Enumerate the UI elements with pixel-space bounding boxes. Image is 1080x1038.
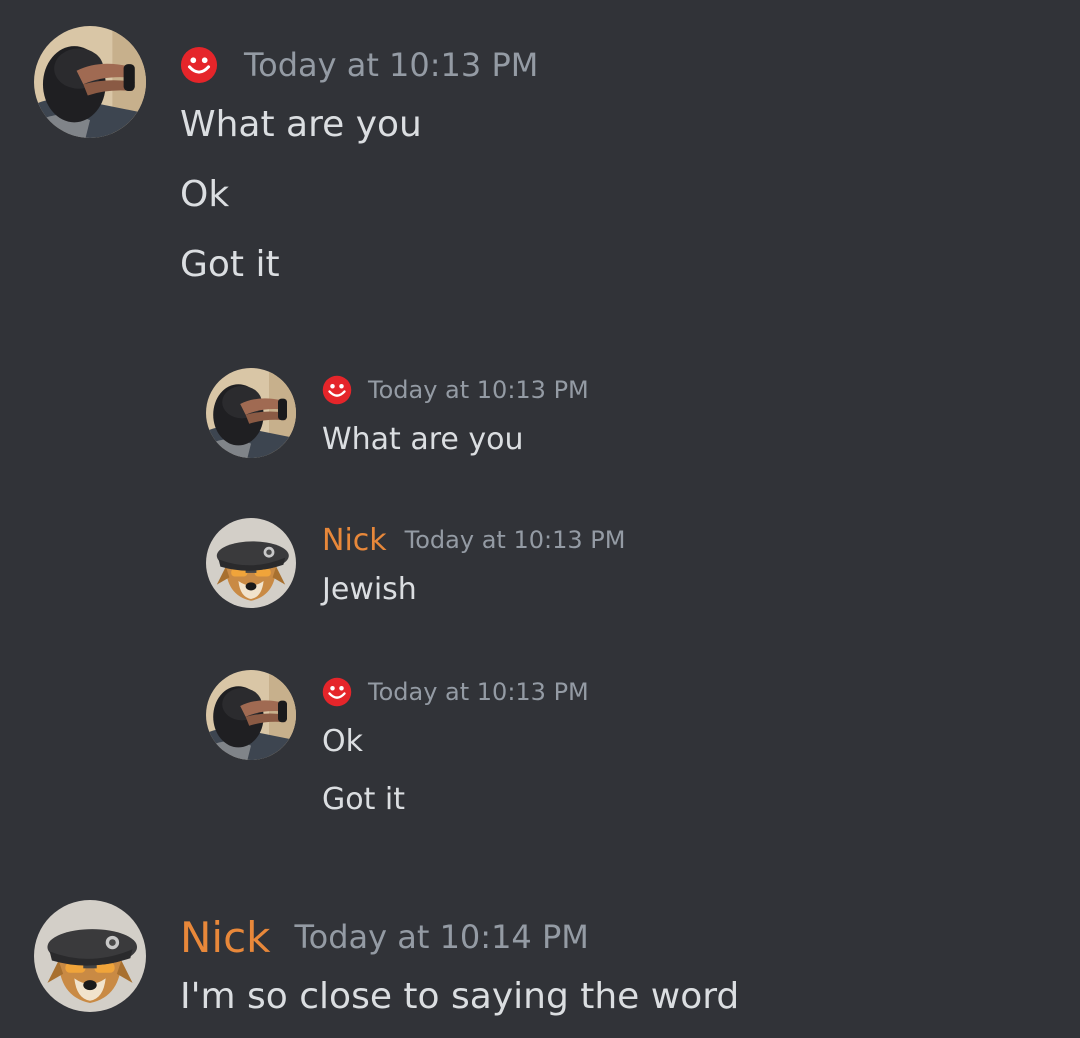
message-header: Nick Today at 10:13 PM — [322, 520, 625, 560]
timestamp: Today at 10:13 PM — [368, 678, 589, 706]
user-avatar — [206, 368, 296, 458]
message-header: Nick Today at 10:14 PM — [180, 910, 589, 964]
red-smiley-icon — [322, 677, 352, 707]
username[interactable]: Nick — [180, 913, 271, 962]
user-avatar — [206, 670, 296, 760]
message-text: Got it — [322, 782, 405, 817]
timestamp[interactable]: Today at 10:13 PM — [244, 46, 538, 84]
user-avatar[interactable] — [34, 900, 146, 1012]
message-text: Ok — [180, 174, 230, 215]
timestamp: Today at 10:13 PM — [368, 376, 589, 404]
message-text: What are you — [322, 422, 524, 457]
timestamp[interactable]: Today at 10:14 PM — [295, 918, 589, 956]
message-text: Ok — [322, 724, 363, 759]
message-text: I'm so close to saying the word — [180, 976, 740, 1017]
message-header: Today at 10:13 PM — [322, 370, 589, 410]
user-avatar — [206, 518, 296, 608]
red-smiley-icon[interactable] — [180, 46, 218, 84]
red-smiley-icon — [322, 375, 352, 405]
message-text: Got it — [180, 244, 280, 285]
message-header: Today at 10:13 PM — [180, 40, 538, 90]
message-text: Jewish — [322, 572, 417, 607]
timestamp: Today at 10:13 PM — [404, 526, 626, 554]
message-text: What are you — [180, 104, 422, 145]
username: Nick — [322, 522, 387, 558]
message-header: Today at 10:13 PM — [322, 672, 589, 712]
user-avatar[interactable] — [34, 26, 146, 138]
